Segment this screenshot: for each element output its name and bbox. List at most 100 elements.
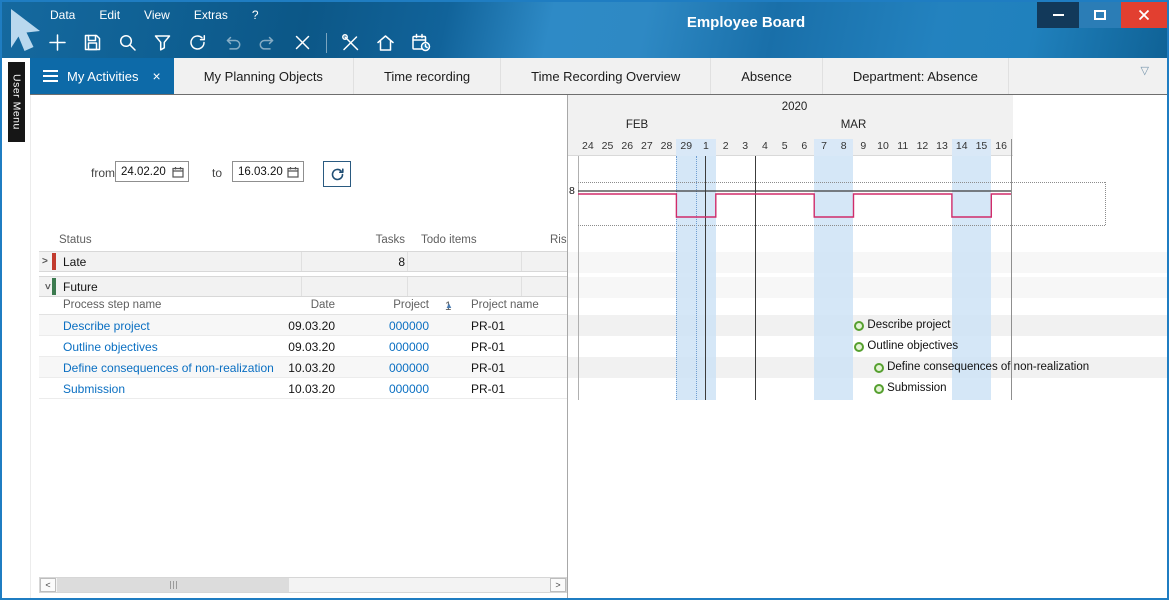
gantt-row-stripe — [568, 277, 1167, 298]
add-icon — [46, 31, 69, 54]
user-menu-tab[interactable]: User Menu — [8, 62, 25, 142]
milestone-label: Outline objectives — [867, 340, 958, 352]
planning-board-button[interactable] — [409, 31, 432, 54]
collapse-chevron-icon[interactable]: > — [41, 284, 52, 290]
date-cell: 09.03.20 — [249, 319, 335, 333]
table-row[interactable]: Define consequences of non-realization 1… — [39, 357, 568, 378]
tab-label: Time recording — [384, 69, 470, 84]
table-row[interactable]: Submission 10.03.20 000000 PR-01 — [39, 378, 568, 399]
calendar-icon[interactable] — [172, 166, 184, 178]
group-row-future[interactable]: > Future — [39, 276, 568, 297]
activities-pane: from 24.02.20 to 16.03.20 Status Tasks T… — [30, 95, 567, 598]
to-date-input[interactable]: 16.03.20 — [232, 161, 304, 182]
tools-button[interactable] — [339, 31, 362, 54]
scrollbar-thumb[interactable] — [57, 578, 289, 592]
undo-button[interactable] — [221, 31, 244, 54]
tab-time-recording-overview[interactable]: Time Recording Overview — [501, 58, 711, 94]
menu-item-help[interactable]: ? — [252, 8, 259, 22]
menu-item-edit[interactable]: Edit — [99, 8, 120, 22]
milestone-marker[interactable] — [854, 321, 864, 331]
save-button[interactable] — [81, 31, 104, 54]
filter-button[interactable] — [151, 31, 174, 54]
project-link[interactable]: 000000 — [339, 319, 429, 333]
column-header-process-step-name[interactable]: Process step name — [63, 299, 161, 311]
scroll-right-button[interactable]: > — [550, 578, 566, 592]
milestone-marker[interactable] — [874, 363, 884, 373]
tab-label: Time Recording Overview — [531, 69, 680, 84]
close-button[interactable] — [1121, 2, 1167, 28]
date-cell: 09.03.20 — [249, 340, 335, 354]
column-separator — [521, 252, 522, 271]
sub-header-row: Process step name Date Project 1▲ Projec… — [39, 297, 568, 315]
column-header-tasks[interactable]: Tasks — [305, 234, 405, 246]
cancel-button[interactable] — [291, 31, 314, 54]
column-header-status[interactable]: Status — [59, 234, 92, 246]
column-header-project[interactable]: Project — [339, 299, 429, 311]
home-button[interactable] — [374, 31, 397, 54]
menu-item-data[interactable]: Data — [50, 8, 75, 22]
tab-department-absence[interactable]: Department: Absence — [823, 58, 1009, 94]
milestone-label: Submission — [887, 382, 946, 394]
home-icon — [374, 31, 397, 54]
gantt-scale-label: 8 — [569, 185, 575, 197]
from-date-input[interactable]: 24.02.20 — [115, 161, 189, 182]
gantt-marker-line — [755, 156, 756, 400]
gantt-month-label: MAR — [814, 119, 894, 131]
process-step-link[interactable]: Describe project — [63, 319, 150, 333]
column-separator — [301, 252, 302, 271]
gantt-day-label: 7 — [814, 140, 834, 152]
milestone-label: Describe project — [867, 319, 950, 331]
tab-close-icon[interactable]: × — [153, 69, 161, 83]
project-link[interactable]: 000000 — [339, 382, 429, 396]
titlebar: Data Edit View Extras ? Employee Board — [2, 2, 1167, 58]
refresh-button[interactable] — [186, 31, 209, 54]
project-link[interactable]: 000000 — [339, 340, 429, 354]
milestone-marker[interactable] — [854, 342, 864, 352]
gantt-weekend-band — [696, 156, 716, 400]
maximize-button[interactable] — [1079, 2, 1121, 28]
process-step-link[interactable]: Outline objectives — [63, 340, 158, 354]
project-name-cell: PR-01 — [471, 319, 505, 333]
project-link[interactable]: 000000 — [339, 361, 429, 375]
close-icon — [1138, 9, 1150, 21]
process-step-link[interactable]: Define consequences of non-realization — [63, 361, 274, 375]
gantt-day-label: 15 — [972, 140, 992, 152]
hamburger-icon — [43, 70, 58, 82]
apply-date-range-button[interactable] — [323, 161, 351, 187]
redo-button[interactable] — [256, 31, 279, 54]
group-name: Late — [63, 255, 86, 269]
minimize-icon — [1053, 14, 1064, 16]
column-header-risks[interactable]: Ris — [550, 234, 568, 246]
minimize-button[interactable] — [1037, 2, 1079, 28]
expand-chevron-icon[interactable]: > — [42, 256, 48, 267]
tab-my-activities[interactable]: My Activities × — [30, 58, 174, 94]
column-header-project-name[interactable]: Project name — [471, 299, 539, 311]
horizontal-scrollbar[interactable]: < > — [39, 577, 567, 593]
gantt-day-label: 26 — [617, 140, 637, 152]
group-tasks-count: 8 — [305, 255, 405, 269]
menu-item-extras[interactable]: Extras — [194, 8, 228, 22]
menu-item-view[interactable]: View — [144, 8, 170, 22]
undo-icon — [221, 31, 244, 54]
group-row-late[interactable]: > Late 8 — [39, 251, 568, 272]
column-header-todo-items[interactable]: Todo items — [421, 234, 477, 246]
tab-my-planning-objects[interactable]: My Planning Objects — [174, 58, 354, 94]
milestone-marker[interactable] — [874, 384, 884, 394]
search-button[interactable] — [116, 31, 139, 54]
gantt-day-label: 13 — [932, 140, 952, 152]
gantt-day-label: 10 — [873, 140, 893, 152]
gantt-axis-left — [578, 156, 579, 400]
tab-absence[interactable]: Absence — [711, 58, 823, 94]
tab-overflow-dropdown-icon[interactable]: ▽ — [1141, 64, 1149, 77]
table-row[interactable]: Outline objectives 09.03.20 000000 PR-01 — [39, 336, 568, 357]
process-step-link[interactable]: Submission — [63, 382, 125, 396]
table-row[interactable]: Describe project 09.03.20 000000 PR-01 — [39, 315, 568, 336]
from-label: from — [91, 166, 115, 180]
scroll-left-button[interactable]: < — [40, 578, 56, 592]
gantt-year-label: 2020 — [578, 101, 1011, 113]
add-button[interactable] — [46, 31, 69, 54]
calendar-icon[interactable] — [287, 166, 299, 178]
user-menu-strip: User Menu — [2, 58, 30, 598]
column-header-date[interactable]: Date — [249, 299, 335, 311]
tab-time-recording[interactable]: Time recording — [354, 58, 501, 94]
